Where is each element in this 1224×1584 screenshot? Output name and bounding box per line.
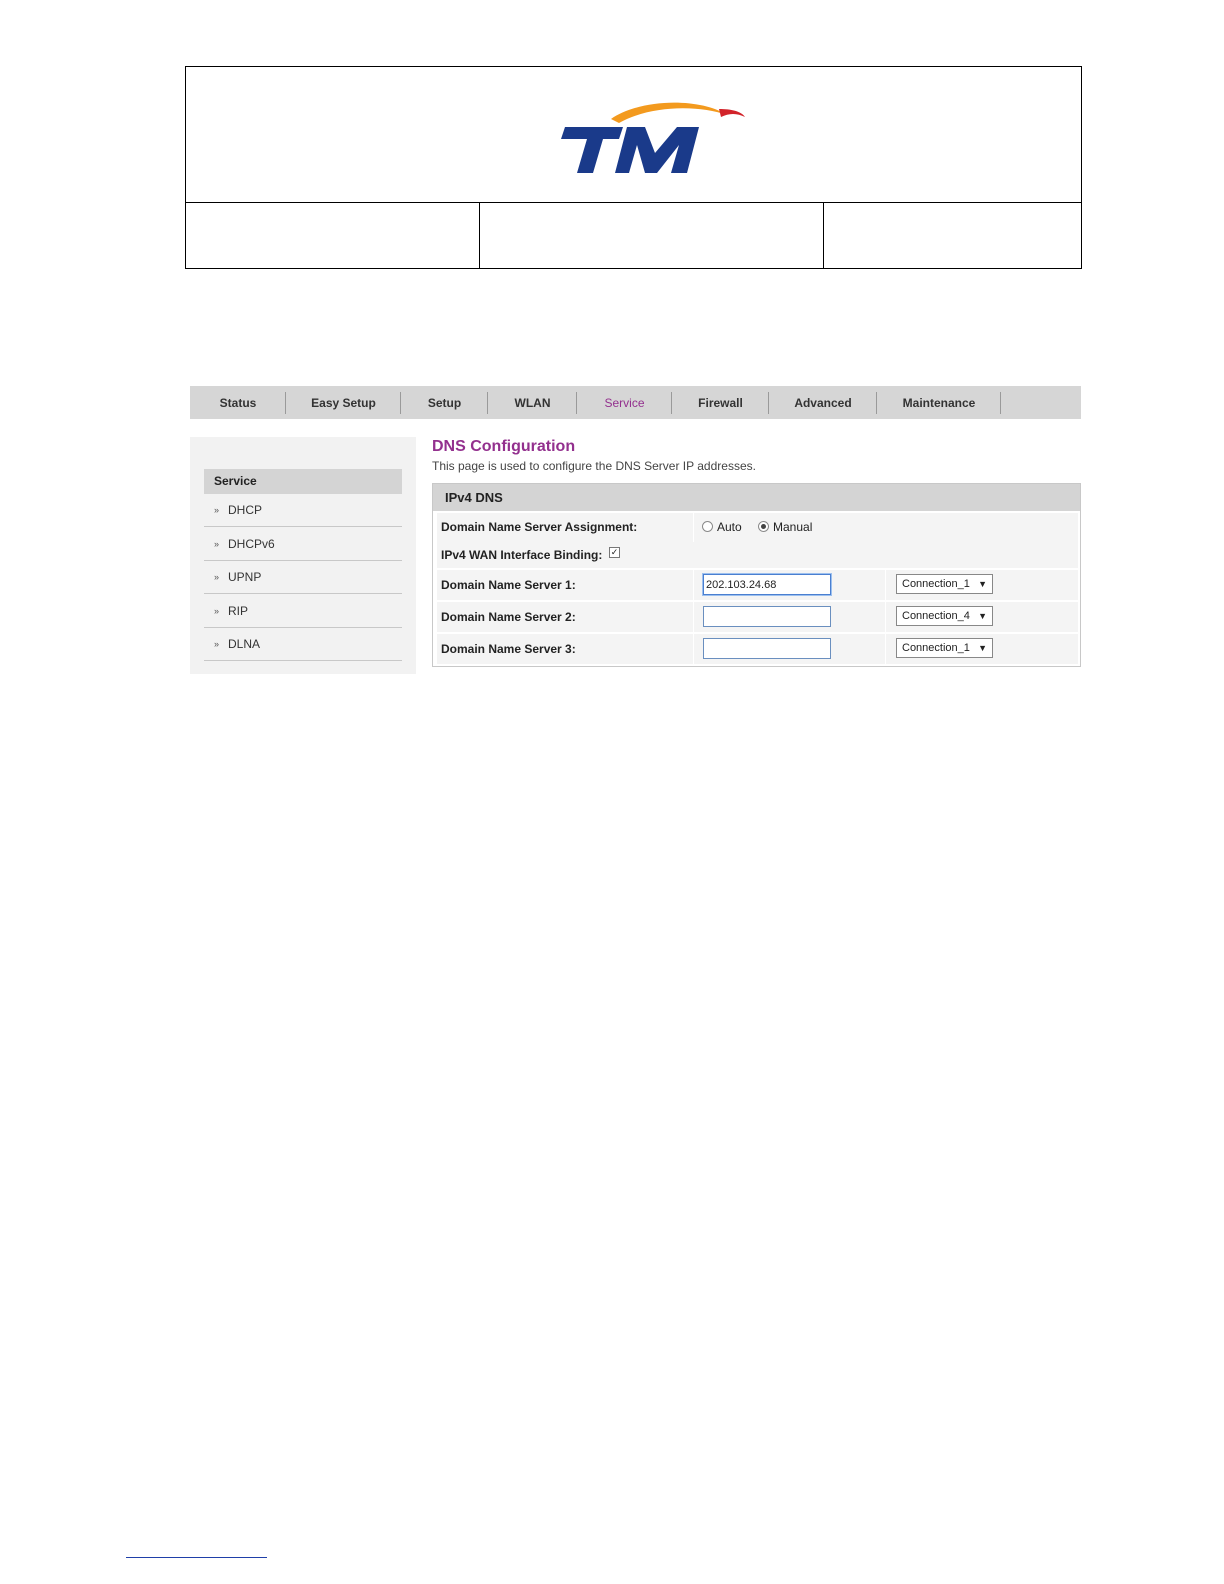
footer-underline [126,1557,267,1558]
dns-server-2-input[interactable] [703,606,831,627]
dns-server-3-label: Domain Name Server 3: [441,642,576,656]
page-title: DNS Configuration [432,438,576,455]
sidebar-item-upnp[interactable]: » UPNP [204,561,402,594]
dns-server-1-label: Domain Name Server 1: [441,578,576,592]
panel-title: IPv4 DNS [433,484,1080,511]
dns-server-3-connection-select[interactable]: Connection_1 ▼ [896,638,993,658]
dns-server-3-input[interactable] [703,638,831,659]
radio-manual[interactable] [758,521,769,532]
dns-server-1-row: Domain Name Server 1: Connection_1 ▼ [437,570,1078,600]
radio-auto[interactable] [702,521,713,532]
assignment-label: Domain Name Server Assignment: [441,520,638,534]
binding-row: IPv4 WAN Interface Binding: ✓ [437,542,1078,568]
radio-manual-label: Manual [773,520,813,534]
nav-firewall[interactable]: Firewall [672,386,769,419]
header-cell-3 [824,203,1081,269]
nav-maintenance[interactable]: Maintenance [877,386,1001,419]
sidebar-item-dhcp[interactable]: » DHCP [204,494,402,527]
ipv4-dns-panel: IPv4 DNS Domain Name Server Assignment: … [432,483,1081,667]
nav-wlan[interactable]: WLAN [488,386,577,419]
sidebar-title: Service [204,469,402,494]
nav-easy-setup[interactable]: Easy Setup [286,386,401,419]
chevron-right-icon: » [214,639,220,649]
sidebar-item-dlna[interactable]: » DLNA [204,628,402,661]
dns-server-2-row: Domain Name Server 2: Connection_4 ▼ [437,602,1078,632]
logo-area [186,67,1081,203]
top-nav-bar: Status Easy Setup Setup WLAN Service Fir… [190,386,1081,419]
assignment-row: Domain Name Server Assignment: Auto Manu… [437,513,1078,542]
tm-logo [561,102,745,173]
sidebar-item-dhcpv6[interactable]: » DHCPv6 [204,528,402,561]
document-header [185,66,1082,269]
dropdown-arrow-icon: ▼ [978,579,987,589]
nav-status[interactable]: Status [190,386,286,419]
page-description: This page is used to configure the DNS S… [432,459,756,473]
sidebar-item-rip[interactable]: » RIP [204,595,402,628]
dns-server-1-connection-select[interactable]: Connection_1 ▼ [896,574,993,594]
nav-setup[interactable]: Setup [401,386,488,419]
dns-server-2-label: Domain Name Server 2: [441,610,576,624]
chevron-right-icon: » [214,606,220,616]
binding-label: IPv4 WAN Interface Binding: [441,548,603,562]
binding-checkbox[interactable]: ✓ [609,547,620,558]
chevron-right-icon: » [214,572,220,582]
chevron-right-icon: » [214,539,220,549]
chevron-right-icon: » [214,505,220,515]
header-cell-2 [480,203,824,269]
radio-auto-label: Auto [717,520,742,534]
dropdown-arrow-icon: ▼ [978,643,987,653]
dns-server-3-row: Domain Name Server 3: Connection_1 ▼ [437,634,1078,664]
dns-server-2-connection-select[interactable]: Connection_4 ▼ [896,606,993,626]
dropdown-arrow-icon: ▼ [978,611,987,621]
sidebar: Service » DHCP » DHCPv6 » UPNP » RIP » D… [190,437,416,674]
nav-advanced[interactable]: Advanced [769,386,877,419]
header-cell-1 [186,203,480,269]
dns-server-1-input[interactable] [703,574,831,595]
nav-service[interactable]: Service [577,386,672,419]
